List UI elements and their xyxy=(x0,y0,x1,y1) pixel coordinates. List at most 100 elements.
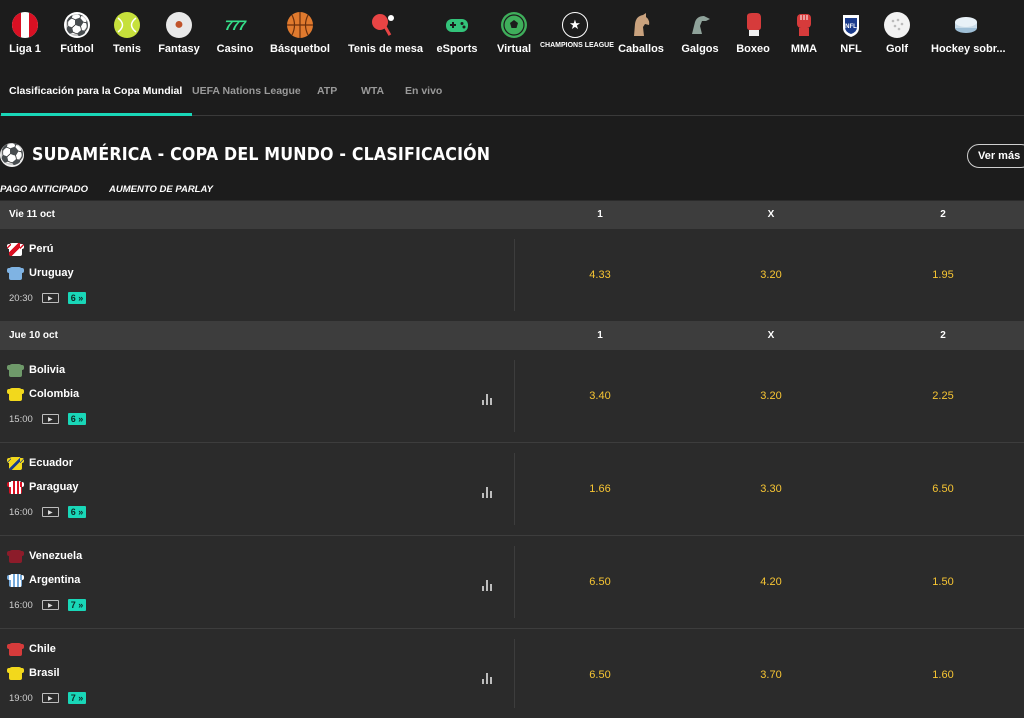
home-team: Chile xyxy=(7,641,56,657)
more-markets-badge[interactable]: 6 » xyxy=(67,413,87,425)
event-meta: 16:00 ▶ 7 » xyxy=(9,598,87,612)
table-tennis-icon xyxy=(370,12,396,38)
odd-draw[interactable]: 3.20 xyxy=(741,269,801,281)
champions-league-icon: ★ xyxy=(562,12,588,38)
competition-tabs: Clasificación para la Copa Mundial UEFA … xyxy=(0,68,1024,116)
more-markets-badge[interactable]: 6 » xyxy=(67,292,87,304)
shirt-icon xyxy=(7,573,24,587)
live-stream-icon[interactable]: ▶ xyxy=(41,414,59,424)
svg-text:NFL: NFL xyxy=(845,24,857,30)
odd-home[interactable]: 6.50 xyxy=(570,576,630,588)
column-draw: X xyxy=(767,330,775,341)
odd-draw[interactable]: 3.20 xyxy=(741,390,801,402)
event-time: 15:00 xyxy=(9,413,33,425)
tab-clasificacion-copa-mundial[interactable]: Clasificación para la Copa Mundial xyxy=(0,68,193,116)
odd-draw[interactable]: 3.30 xyxy=(741,483,801,495)
virtual-ball-icon xyxy=(501,12,527,38)
sport-item-casino[interactable]: 777 Casino xyxy=(200,12,270,55)
odd-away[interactable]: 2.25 xyxy=(913,390,973,402)
divider xyxy=(514,546,515,618)
day-header: Vie 11 oct 1 X 2 xyxy=(0,201,1024,229)
event-row[interactable]: Ecuador Paraguay 16:00 ▶ 6 » 1.66 3.30 6… xyxy=(0,443,1024,536)
sport-item-hockey[interactable]: Hockey sobr... xyxy=(931,12,1006,55)
ver-mas-button[interactable]: Ver más xyxy=(967,144,1024,168)
shirt-icon xyxy=(7,242,24,256)
shirt-icon xyxy=(7,387,24,401)
tab-wta[interactable]: WTA xyxy=(361,68,384,115)
home-team: Ecuador xyxy=(7,455,73,471)
odd-home[interactable]: 3.40 xyxy=(570,390,630,402)
away-team: Argentina xyxy=(7,572,80,588)
shirt-icon xyxy=(7,266,24,280)
odd-draw[interactable]: 3.70 xyxy=(741,669,801,681)
stats-icon[interactable] xyxy=(482,394,494,405)
event-row[interactable]: Bolivia Colombia 15:00 ▶ 6 » 3.40 3.20 2… xyxy=(0,350,1024,443)
live-stream-icon[interactable]: ▶ xyxy=(41,693,59,703)
shirt-icon xyxy=(7,642,24,656)
sport-label: Básquetbol xyxy=(270,43,330,55)
greyhound-icon xyxy=(687,12,713,38)
odd-home[interactable]: 1.66 xyxy=(570,483,630,495)
promo-pago-anticipado[interactable]: PAGO ANTICIPADO xyxy=(0,184,88,195)
stats-icon[interactable] xyxy=(482,673,494,684)
odd-away[interactable]: 1.50 xyxy=(913,576,973,588)
team-name: Perú xyxy=(29,243,54,255)
team-name: Venezuela xyxy=(29,550,83,562)
home-team: Venezuela xyxy=(7,548,83,564)
event-time: 20:30 xyxy=(9,292,33,304)
divider xyxy=(514,453,515,525)
mma-glove-icon xyxy=(791,12,817,38)
odd-away[interactable]: 1.60 xyxy=(913,669,973,681)
away-team: Uruguay xyxy=(7,265,74,281)
sport-label: Virtual xyxy=(496,43,532,55)
tab-uefa-nations-league[interactable]: UEFA Nations League xyxy=(192,68,301,115)
day-header: Jue 10 oct 1 X 2 xyxy=(0,322,1024,350)
column-draw: X xyxy=(767,209,775,220)
stats-icon[interactable] xyxy=(482,580,494,591)
soccer-ball-icon: ⚽ xyxy=(64,12,90,38)
team-name: Uruguay xyxy=(29,267,74,279)
more-markets-badge[interactable]: 6 » xyxy=(67,506,87,518)
live-stream-icon[interactable]: ▶ xyxy=(41,600,59,610)
odd-draw[interactable]: 4.20 xyxy=(741,576,801,588)
sport-label: Tenis de mesa xyxy=(348,43,423,55)
tab-en-vivo[interactable]: En vivo xyxy=(405,68,442,115)
odd-home[interactable]: 6.50 xyxy=(570,669,630,681)
event-meta: 19:00 ▶ 7 » xyxy=(9,691,87,705)
shirt-icon xyxy=(7,666,24,680)
live-stream-icon[interactable]: ▶ xyxy=(41,507,59,517)
nfl-shield-icon: NFL xyxy=(838,12,864,38)
shirt-icon xyxy=(7,363,24,377)
more-markets-badge[interactable]: 7 » xyxy=(67,599,87,611)
event-row[interactable]: Venezuela Argentina 16:00 ▶ 7 » 6.50 4.2… xyxy=(0,536,1024,629)
event-row[interactable]: Perú Uruguay 20:30 ▶ 6 » 4.33 3.20 1.95 xyxy=(0,229,1024,322)
odd-away[interactable]: 1.95 xyxy=(913,269,973,281)
divider xyxy=(514,239,515,311)
sport-item-virtual[interactable]: Virtual xyxy=(479,12,549,55)
event-row[interactable]: Chile Brasil 19:00 ▶ 7 » 6.50 3.70 1.60 xyxy=(0,629,1024,718)
home-team: Perú xyxy=(7,241,54,257)
column-away: 2 xyxy=(940,209,946,220)
odd-away[interactable]: 6.50 xyxy=(913,483,973,495)
gamepad-icon xyxy=(444,12,470,38)
sport-item-basquetbol[interactable]: Básquetbol xyxy=(265,12,335,55)
promo-aumento-de-parlay[interactable]: AUMENTO DE PARLAY xyxy=(109,184,213,195)
sport-item-golf[interactable]: Golf xyxy=(862,12,932,55)
event-meta: 20:30 ▶ 6 » xyxy=(9,291,87,305)
away-team: Brasil xyxy=(7,665,60,681)
event-time: 16:00 xyxy=(9,599,33,611)
sports-nav-bar: Liga 1 ⚽ Fútbol Tenis ● Fantasy 777 Casi… xyxy=(0,0,1024,68)
day-date: Vie 11 oct xyxy=(9,209,55,220)
stats-icon[interactable] xyxy=(482,487,494,498)
soccer-ball-icon: ⚽ xyxy=(0,143,25,167)
tab-atp[interactable]: ATP xyxy=(317,68,337,115)
event-time: 19:00 xyxy=(9,692,33,704)
more-markets-badge[interactable]: 7 » xyxy=(67,692,87,704)
sport-item-tenis-de-mesa[interactable]: Tenis de mesa xyxy=(348,12,423,55)
live-stream-icon[interactable]: ▶ xyxy=(41,293,59,303)
sport-item-champions-league[interactable]: ★ CHAMPIONS LEAGUE xyxy=(540,12,614,49)
away-team: Colombia xyxy=(7,386,79,402)
divider xyxy=(514,360,515,432)
odd-home[interactable]: 4.33 xyxy=(570,269,630,281)
sport-label: Hockey sobr... xyxy=(931,43,1006,55)
